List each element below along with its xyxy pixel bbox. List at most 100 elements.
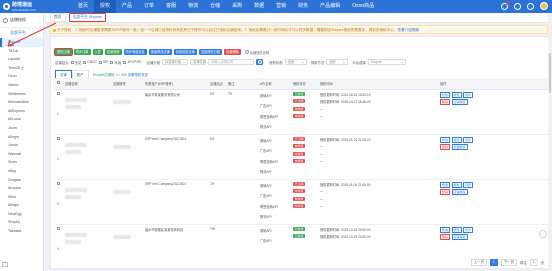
sidebar-item[interactable]: Allegro (0, 133, 43, 142)
toolbar-button[interactable]: 批量修改店铺 (148, 49, 172, 55)
toolbar-button[interactable]: 同步订单 (73, 49, 91, 55)
notice-video-link[interactable]: 查看介绍视频 (397, 28, 419, 32)
sidebar-item[interactable]: TikTok (0, 47, 43, 56)
next-page-button[interactable]: 下一页 (500, 259, 517, 266)
toolbar-button[interactable]: 批量修改分组 (199, 49, 223, 55)
row-action-button[interactable]: 修改 (440, 136, 451, 143)
page-scrollbar[interactable] (548, 13, 552, 271)
sidebar-item[interactable]: Wildberries (0, 90, 43, 99)
search-type-select[interactable]: 店铺名称 (190, 59, 210, 65)
row-action-button[interactable]: 同步 (463, 136, 474, 143)
tab-home[interactable]: 首页 (50, 13, 66, 22)
site-checkbox[interactable]: 本地 (110, 60, 121, 65)
select-all-checkbox[interactable] (57, 81, 60, 85)
toolbar-button[interactable]: 批量授权 (104, 49, 122, 55)
sidebar-item[interactable]: NewEgg (0, 210, 43, 219)
site-checkbox[interactable]: CNSC (83, 60, 97, 65)
sidebar-item[interactable]: eBay (0, 167, 43, 176)
toolbar-button[interactable]: 批量绑定仓库 (173, 49, 197, 55)
site-checkbox[interactable]: 全站 (70, 60, 81, 65)
sidebar-item[interactable]: Gmgala (0, 176, 43, 185)
sidebar-item[interactable]: Lazada (0, 55, 43, 64)
sidebar-item[interactable]: Shopify (0, 218, 43, 227)
row-action-button[interactable]: 绑仓 (451, 181, 462, 188)
toolbar-button[interactable]: 同步商品信息 (123, 49, 147, 55)
row-checkbox[interactable] (57, 136, 60, 140)
status-select[interactable]: 全部 (284, 59, 307, 65)
message-icon[interactable] (514, 2, 521, 10)
nav-item[interactable]: 产品编辑 (314, 0, 346, 13)
sidebar-item[interactable]: Shopee (0, 38, 43, 47)
nav-item[interactable]: 仓储 (204, 0, 226, 13)
site-checkbox[interactable]: 1P/2P/3P (123, 60, 142, 65)
row-action-button[interactable]: 同步 (463, 181, 474, 188)
row-action-button[interactable]: 修改 (440, 181, 451, 188)
sidebar-item[interactable]: Amazon (0, 184, 43, 193)
row-action-button[interactable]: 绑仓 (451, 226, 462, 233)
row-checkbox[interactable] (57, 181, 60, 185)
row-action-button[interactable]: 删除 (440, 99, 451, 105)
row-action-button[interactable]: 店铺授权 (451, 144, 468, 150)
nav-item[interactable]: 财务 (292, 0, 314, 13)
sidebar-item[interactable]: Vaolux (0, 81, 43, 90)
sidebar-item[interactable]: Walmart (0, 150, 43, 159)
row-checkbox[interactable] (57, 91, 60, 95)
sidebar-item[interactable]: Jumia (0, 141, 43, 150)
nav-item[interactable]: 客服 (160, 0, 182, 13)
row-action-button[interactable]: 店铺授权 (451, 189, 468, 195)
platform-select[interactable]: Shopee (367, 59, 406, 65)
row-action-button[interactable]: 删除 (440, 144, 451, 150)
sidebar-all-platforms[interactable]: 全部平台 (0, 28, 43, 38)
sidebar-item[interactable]: Mercadolibre (0, 98, 43, 107)
sidebar-item[interactable]: Temu本土 (0, 64, 43, 73)
sidebar-item[interactable]: Shein (0, 158, 43, 167)
auth-status-link[interactable]: 查看授权状态 (128, 73, 148, 77)
search-input[interactable]: 请输入店铺名称 (208, 59, 255, 65)
sidebar-item[interactable]: AliLocal (0, 115, 43, 124)
site-checkbox[interactable]: SIP (98, 60, 108, 65)
nav-item[interactable]: 订单 (138, 0, 160, 13)
nav-item[interactable]: Ozon商品 (346, 0, 380, 13)
toolbar-button[interactable]: 授权店铺 (53, 47, 74, 57)
nav-item[interactable]: 首页 (72, 0, 94, 13)
row-action-button[interactable]: 绑仓 (451, 91, 462, 98)
floating-help-icon[interactable] (539, 230, 547, 238)
help-icon[interactable] (527, 2, 534, 10)
group-select[interactable]: 请选择分组 (162, 59, 189, 65)
sort-select[interactable]: 全部 (326, 59, 349, 65)
sidebar-item[interactable]: AliExpress (0, 107, 43, 116)
row-action-button[interactable]: 同步 (463, 91, 474, 98)
row-action-button[interactable]: 修改 (440, 91, 451, 98)
row-action-button[interactable]: 店铺授权 (451, 234, 468, 240)
sidebar-item[interactable]: Wish (0, 193, 43, 202)
sidebar-item[interactable]: Allegro (0, 201, 43, 210)
row-action-button[interactable]: 店铺授权 (451, 99, 468, 105)
toolbar-button[interactable]: 批量删除 (224, 49, 241, 55)
sidebar-item[interactable]: Ozon (0, 72, 43, 81)
search-button[interactable] (256, 59, 264, 65)
nav-item[interactable]: 数据 (248, 0, 270, 13)
toolbar-button[interactable]: 入驻 (92, 49, 103, 55)
nav-item[interactable]: 营销 (270, 0, 292, 13)
row-action-button[interactable]: 删除 (440, 234, 451, 240)
goto-page-input[interactable]: 1 (529, 259, 538, 266)
notification-icon[interactable] (501, 1, 509, 10)
row-action-button[interactable]: 修改 (440, 226, 451, 233)
sidebar-item[interactable]: Takealot (0, 227, 43, 236)
row-action-button[interactable]: 绑仓 (451, 136, 462, 143)
nav-item[interactable]: 物流 (182, 0, 204, 13)
prev-page-button[interactable]: 上一页 (470, 259, 487, 266)
row-action-button[interactable]: 删除 (440, 189, 451, 195)
tab-current[interactable]: 全部平台 Shopee (68, 13, 106, 22)
nav-item[interactable]: 产品 (116, 0, 138, 13)
row-action-button[interactable]: 同步 (463, 226, 474, 233)
sidebar-item[interactable]: Joom (0, 124, 43, 133)
nav-item[interactable]: 采购 (226, 0, 248, 13)
toolbar-hint[interactable]: 店铺操作说明 (244, 49, 269, 55)
nav-item[interactable]: 授权 (94, 0, 117, 13)
page-number[interactable]: 1 (489, 259, 498, 266)
avatar[interactable] (540, 2, 548, 10)
app-logo[interactable]: 跨境速运 KUAJINGSUYUN (0, 0, 50, 13)
row-checkbox[interactable] (57, 226, 60, 230)
sidebar-collapse-icon[interactable] (2, 262, 8, 267)
